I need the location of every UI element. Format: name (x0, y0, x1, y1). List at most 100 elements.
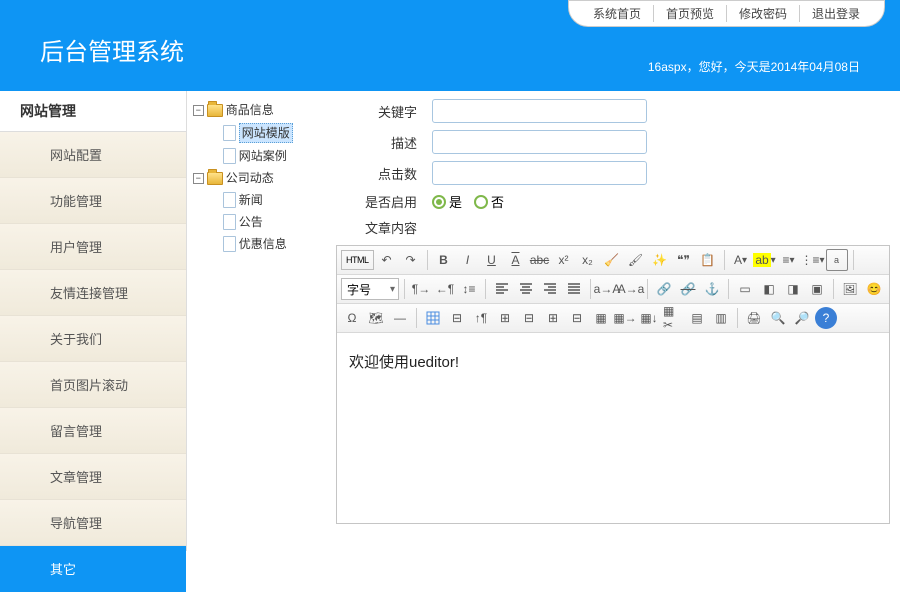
help-icon[interactable]: ? (815, 307, 837, 329)
delete-table-icon[interactable]: ⊟ (446, 307, 468, 329)
bold-icon[interactable]: B (433, 249, 455, 271)
img-float-left-icon[interactable]: ◧ (758, 278, 780, 300)
tree-item-case[interactable]: 网站案例 (191, 145, 322, 167)
unordered-list-icon[interactable]: ⋮≡▾ (802, 249, 824, 271)
fontborder-icon[interactable]: A (505, 249, 527, 271)
img-float-right-icon[interactable]: ◨ (782, 278, 804, 300)
merge-down-icon[interactable]: ▦↓ (638, 307, 660, 329)
unlink-icon[interactable]: 🔗 (677, 278, 699, 300)
split-cols-icon[interactable]: ▥ (710, 307, 732, 329)
folder-icon (207, 104, 223, 117)
welcome-text: 16aspx，您好，今天是2014年04月08日 (648, 58, 860, 75)
img-float-none-icon[interactable]: ▭ (734, 278, 756, 300)
anchor-icon[interactable]: ⚓ (701, 278, 723, 300)
merge-right-icon[interactable]: ▦→ (614, 307, 636, 329)
underline-icon[interactable]: U (481, 249, 503, 271)
nav-preview[interactable]: 首页预览 (654, 5, 727, 22)
clicks-label: 点击数 (336, 164, 432, 183)
insert-para-before-icon[interactable]: ↑¶ (470, 307, 492, 329)
tree-group-products[interactable]: − 商品信息 (191, 99, 322, 121)
clicks-input[interactable] (432, 161, 647, 185)
superscript-icon[interactable]: x² (553, 249, 575, 271)
file-icon (223, 214, 236, 230)
forecolor-icon[interactable]: A▾ (730, 249, 752, 271)
split-rows-icon[interactable]: ▤ (686, 307, 708, 329)
merge-cells-icon[interactable]: ▦ (590, 307, 612, 329)
touppercase-icon[interactable]: a→A (596, 278, 618, 300)
tree-item-news[interactable]: 新闻 (191, 189, 322, 211)
editor-toolbar-row3: Ω 🗺 — ⊟ ↑¶ ⊞ ⊟ ⊞ ⊟ ▦ ▦→ ▦↓ ▦✂ ▤ ▥ 🖨 🔍 (337, 304, 889, 333)
sidebar-title: 网站管理 (0, 91, 186, 132)
insert-image-icon[interactable]: 🖼 (839, 278, 861, 300)
system-title: 后台管理系统 (40, 32, 184, 67)
editor-toolbar-row1: HTML ↶ ↷ B I U A abc x² x₂ 🧹 🖌 ✨ ❝❞ 📋 A▾… (337, 246, 889, 275)
fontsize-select[interactable]: 字号 (341, 278, 399, 300)
tolowercase-icon[interactable]: A→a (620, 278, 642, 300)
indent-right-icon[interactable]: ¶→ (410, 278, 432, 300)
editor-body[interactable]: 欢迎使用ueditor! (337, 333, 889, 523)
enable-no-radio[interactable]: 否 (474, 192, 504, 211)
align-center-icon[interactable] (515, 278, 537, 300)
enable-yes-radio[interactable]: 是 (432, 192, 462, 211)
strikethrough-icon[interactable]: abc (529, 249, 551, 271)
align-justify-icon[interactable] (563, 278, 585, 300)
searchreplace-icon[interactable]: 🔎 (791, 307, 813, 329)
delete-row-icon[interactable]: ⊟ (518, 307, 540, 329)
lineheight-icon[interactable]: ↕≡ (458, 278, 480, 300)
subscript-icon[interactable]: x₂ (577, 249, 599, 271)
sidebar-item-slider[interactable]: 首页图片滚动 (0, 362, 186, 408)
sidebar-item-site-config[interactable]: 网站配置 (0, 132, 186, 178)
link-icon[interactable]: 🔗 (653, 278, 675, 300)
undo-icon[interactable]: ↶ (376, 249, 398, 271)
map-icon[interactable]: 🗺 (365, 307, 387, 329)
collapse-icon[interactable]: − (193, 105, 204, 116)
file-icon (223, 236, 236, 252)
nav-logout[interactable]: 退出登录 (800, 5, 872, 22)
spechar-icon[interactable]: Ω (341, 307, 363, 329)
tree-item-notice[interactable]: 公告 (191, 211, 322, 233)
preview-icon[interactable]: 🔍 (767, 307, 789, 329)
insert-col-icon[interactable]: ⊞ (542, 307, 564, 329)
autotype-icon[interactable]: ✨ (649, 249, 671, 271)
sidebar-item-links[interactable]: 友情连接管理 (0, 270, 186, 316)
clearformat-icon[interactable]: 🧹 (601, 249, 623, 271)
rich-editor: HTML ↶ ↷ B I U A abc x² x₂ 🧹 🖌 ✨ ❝❞ 📋 A▾… (336, 245, 890, 524)
html-source-button[interactable]: HTML (341, 250, 374, 270)
table-icon[interactable] (422, 307, 444, 329)
sidebar-item-function[interactable]: 功能管理 (0, 178, 186, 224)
sidebar-item-about[interactable]: 关于我们 (0, 316, 186, 362)
keyword-input[interactable] (432, 99, 647, 123)
sidebar-item-nav[interactable]: 导航管理 (0, 500, 186, 546)
align-right-icon[interactable] (539, 278, 561, 300)
insert-row-icon[interactable]: ⊞ (494, 307, 516, 329)
selectall-icon[interactable]: a (826, 249, 848, 271)
print-icon[interactable]: 🖨 (743, 307, 765, 329)
collapse-icon[interactable]: − (193, 173, 204, 184)
pasteplain-icon[interactable]: 📋 (697, 249, 719, 271)
nav-home[interactable]: 系统首页 (581, 5, 654, 22)
emotion-icon[interactable]: 😊 (863, 278, 885, 300)
nav-password[interactable]: 修改密码 (727, 5, 800, 22)
formatmatch-icon[interactable]: 🖌 (625, 249, 647, 271)
delete-col-icon[interactable]: ⊟ (566, 307, 588, 329)
align-left-icon[interactable] (491, 278, 513, 300)
redo-icon[interactable]: ↷ (400, 249, 422, 271)
tree-group-company[interactable]: − 公司动态 (191, 167, 322, 189)
hr-icon[interactable]: — (389, 307, 411, 329)
sidebar-item-article[interactable]: 文章管理 (0, 454, 186, 500)
img-center-icon[interactable]: ▣ (806, 278, 828, 300)
tree-item-promo[interactable]: 优惠信息 (191, 233, 322, 255)
radio-checked-icon (432, 195, 446, 209)
sidebar-item-guestbook[interactable]: 留言管理 (0, 408, 186, 454)
indent-left-icon[interactable]: ←¶ (434, 278, 456, 300)
backcolor-icon[interactable]: ab▾ (754, 249, 776, 271)
sidebar-item-other[interactable]: 其它 (0, 546, 186, 592)
sidebar-item-user[interactable]: 用户管理 (0, 224, 186, 270)
split-cells-icon[interactable]: ▦✂ (662, 307, 684, 329)
desc-input[interactable] (432, 130, 647, 154)
blockquote-icon[interactable]: ❝❞ (673, 249, 695, 271)
ordered-list-icon[interactable]: ≡▾ (778, 249, 800, 271)
italic-icon[interactable]: I (457, 249, 479, 271)
radio-icon (474, 195, 488, 209)
tree-item-template[interactable]: 网站模版 (191, 121, 322, 145)
